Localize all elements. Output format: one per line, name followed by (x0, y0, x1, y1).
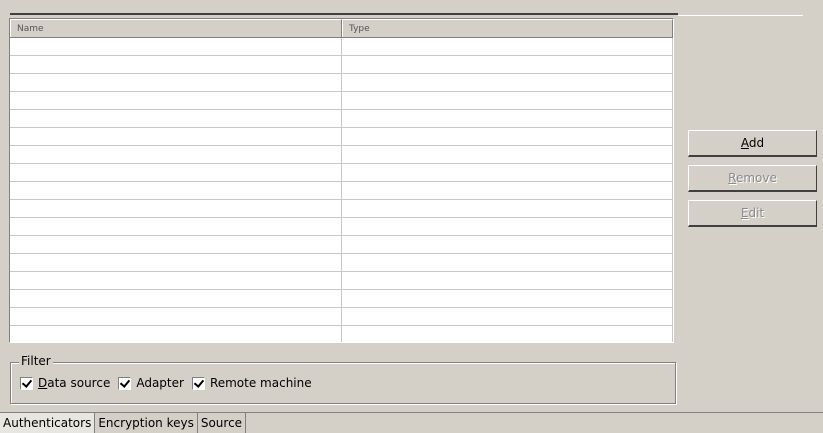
list-body (10, 38, 673, 342)
adapter-label: Adapter (136, 376, 184, 390)
table-cell[interactable] (10, 128, 342, 145)
table-row[interactable] (10, 182, 673, 200)
data-source-checkbox[interactable]: Data source (20, 376, 110, 390)
table-cell[interactable] (10, 308, 342, 325)
table-cell[interactable] (10, 236, 342, 253)
filter-legend: Filter (19, 354, 53, 368)
table-cell[interactable] (10, 290, 342, 307)
tab-strip: Authenticators Encryption keys Source (0, 412, 823, 433)
table-row[interactable] (10, 92, 673, 110)
table-cell[interactable] (342, 308, 673, 325)
edit-button[interactable]: Edit (688, 200, 817, 227)
column-header-name[interactable]: Name (10, 19, 342, 37)
table-row[interactable] (10, 308, 673, 326)
table-row[interactable] (10, 218, 673, 236)
table-cell[interactable] (342, 164, 673, 181)
add-button-mnemonic: A (740, 136, 749, 150)
tab-authenticators[interactable]: Authenticators (0, 413, 96, 433)
add-button[interactable]: Add (688, 130, 817, 157)
tab-source[interactable]: Source (197, 413, 247, 433)
checkbox-checked-icon[interactable] (20, 376, 33, 390)
table-cell[interactable] (342, 272, 673, 289)
tab-encryption-keys[interactable]: Encryption keys (95, 413, 198, 433)
checkbox-checked-icon[interactable] (191, 376, 205, 390)
table-cell[interactable] (342, 110, 673, 127)
table-cell[interactable] (10, 110, 342, 127)
table-cell[interactable] (10, 326, 342, 342)
remove-button-label: emove (735, 171, 777, 185)
table-cell[interactable] (342, 200, 673, 217)
table-cell[interactable] (342, 56, 673, 73)
table-cell[interactable] (10, 146, 342, 163)
table-row[interactable] (10, 200, 673, 218)
table-row[interactable] (10, 128, 673, 146)
table-cell[interactable] (342, 182, 673, 199)
header-separator (10, 13, 678, 15)
table-cell[interactable] (342, 74, 673, 91)
table-cell[interactable] (342, 92, 673, 109)
table-cell[interactable] (10, 164, 342, 181)
table-row[interactable] (10, 326, 673, 342)
table-row[interactable] (10, 290, 673, 308)
table-cell[interactable] (342, 290, 673, 307)
table-cell[interactable] (342, 236, 673, 253)
table-row[interactable] (10, 146, 673, 164)
table-cell[interactable] (342, 326, 673, 342)
table-cell[interactable] (342, 218, 673, 235)
table-cell[interactable] (342, 254, 673, 271)
table-row[interactable] (10, 38, 673, 56)
table-cell[interactable] (10, 92, 342, 109)
table-cell[interactable] (342, 38, 673, 55)
table-cell[interactable] (10, 38, 342, 55)
table-cell[interactable] (10, 74, 342, 91)
table-row[interactable] (10, 74, 673, 92)
table-row[interactable] (10, 110, 673, 128)
edit-button-label: dit (748, 206, 765, 220)
remote-machine-checkbox[interactable]: Remote machine (191, 376, 312, 390)
table-cell[interactable] (10, 56, 342, 73)
list-header: Name Type (10, 19, 673, 38)
add-button-label: dd (748, 136, 765, 150)
authenticators-list[interactable]: Name Type (9, 18, 674, 343)
remove-button-mnemonic: R (728, 171, 736, 185)
column-header-type[interactable]: Type (342, 19, 673, 37)
table-row[interactable] (10, 164, 673, 182)
table-row[interactable] (10, 254, 673, 272)
table-row[interactable] (10, 236, 673, 254)
remove-button[interactable]: Remove (688, 165, 817, 192)
checkbox-checked-icon[interactable] (118, 376, 132, 390)
remote-machine-label: Remote machine (209, 376, 312, 390)
table-cell[interactable] (10, 200, 342, 217)
header-separator-right (678, 15, 803, 16)
filter-group: Filter Data source Adapter Remote machin… (10, 354, 676, 404)
table-cell[interactable] (10, 218, 342, 235)
adapter-checkbox[interactable]: Adapter (118, 376, 184, 390)
table-cell[interactable] (10, 272, 342, 289)
table-row[interactable] (10, 56, 673, 74)
data-source-label: ata source (47, 376, 111, 390)
table-cell[interactable] (10, 254, 342, 271)
data-source-mnemonic: D (38, 376, 48, 390)
table-cell[interactable] (342, 146, 673, 163)
table-cell[interactable] (342, 128, 673, 145)
table-row[interactable] (10, 272, 673, 290)
table-cell[interactable] (10, 182, 342, 199)
